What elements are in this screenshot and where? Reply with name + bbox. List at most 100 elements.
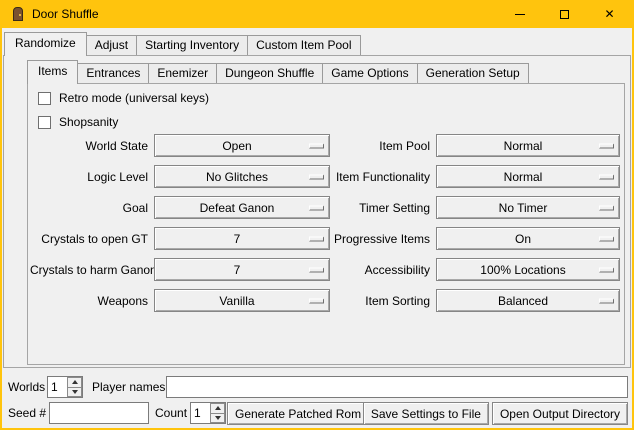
- minimize-icon: [515, 14, 525, 15]
- tab-randomize[interactable]: Randomize: [4, 32, 87, 56]
- crystals-to-harm-ganon-dropdown[interactable]: 7: [154, 258, 330, 281]
- tab-generation-setup[interactable]: Generation Setup: [417, 63, 529, 83]
- arrow-down-icon: [72, 390, 78, 394]
- item-functionality-value: Normal: [504, 170, 553, 184]
- player-names-label: Player names: [92, 376, 165, 398]
- option-row: World State Open Item Pool Normal: [30, 134, 620, 157]
- accessibility-label: Accessibility: [334, 263, 430, 277]
- count-input[interactable]: [191, 403, 210, 423]
- retro-mode-label: Retro mode (universal keys): [59, 91, 209, 105]
- tab-adjust[interactable]: Adjust: [86, 35, 137, 55]
- timer-setting-dropdown[interactable]: No Timer: [436, 196, 620, 219]
- dropdown-indicator-icon: [599, 236, 614, 241]
- retro-mode-checkbox[interactable]: Retro mode (universal keys): [38, 90, 209, 106]
- world-state-value: Open: [222, 139, 261, 153]
- window-title: Door Shuffle: [32, 0, 99, 28]
- progressive-items-dropdown[interactable]: On: [436, 227, 620, 250]
- items-pane: Retro mode (universal keys) Shopsanity W…: [27, 83, 625, 365]
- worlds-input[interactable]: [48, 377, 67, 397]
- minimize-button[interactable]: [497, 0, 542, 28]
- player-names-input[interactable]: [166, 376, 628, 398]
- close-button[interactable]: ✕: [587, 0, 632, 28]
- accessibility-dropdown[interactable]: 100% Locations: [436, 258, 620, 281]
- item-pool-dropdown[interactable]: Normal: [436, 134, 620, 157]
- tab-items[interactable]: Items: [27, 60, 78, 84]
- dropdown-indicator-icon: [309, 205, 324, 210]
- tab-starting-inventory[interactable]: Starting Inventory: [136, 35, 248, 55]
- door-knob-icon: [19, 14, 21, 16]
- open-output-directory-button[interactable]: Open Output Directory: [492, 402, 628, 425]
- option-row: Crystals to harm Ganon 7 Accessibility 1…: [30, 258, 620, 281]
- seed-input[interactable]: [49, 402, 149, 424]
- accessibility-value: 100% Locations: [480, 263, 575, 277]
- worlds-spinner-down[interactable]: [67, 387, 82, 398]
- dropdown-indicator-icon: [309, 143, 324, 148]
- count-spinner-down[interactable]: [210, 413, 225, 424]
- timer-setting-label: Timer Setting: [334, 201, 430, 215]
- weapons-dropdown[interactable]: Vanilla: [154, 289, 330, 312]
- dropdown-indicator-icon: [599, 205, 614, 210]
- randomize-pane: Items Entrances Enemizer Dungeon Shuffle…: [3, 55, 631, 368]
- door-shuffle-window: Door Shuffle ✕ Randomize Adjust Starting…: [0, 0, 634, 430]
- goal-dropdown[interactable]: Defeat Ganon: [154, 196, 330, 219]
- shopsanity-label: Shopsanity: [59, 115, 118, 129]
- progressive-items-label: Progressive Items: [334, 232, 430, 246]
- crystals-to-open-gt-dropdown[interactable]: 7: [154, 227, 330, 250]
- option-row: Crystals to open GT 7 Progressive Items …: [30, 227, 620, 250]
- item-pool-value: Normal: [504, 139, 553, 153]
- maximize-button[interactable]: [542, 0, 587, 28]
- item-functionality-label: Item Functionality: [334, 170, 430, 184]
- door-icon: [13, 7, 23, 21]
- dropdown-indicator-icon: [309, 174, 324, 179]
- main-tab-bar: Randomize Adjust Starting Inventory Cust…: [4, 32, 361, 56]
- worlds-spinner[interactable]: [47, 376, 83, 398]
- dropdown-indicator-icon: [599, 143, 614, 148]
- tab-entrances[interactable]: Entrances: [77, 63, 149, 83]
- goal-value: Defeat Ganon: [200, 201, 285, 215]
- logic-level-dropdown[interactable]: No Glitches: [154, 165, 330, 188]
- logic-level-label: Logic Level: [30, 170, 148, 184]
- app-icon: [10, 6, 26, 22]
- crystals-to-open-gt-label: Crystals to open GT: [30, 232, 148, 246]
- goal-label: Goal: [30, 201, 148, 215]
- shopsanity-checkbox-box[interactable]: [38, 116, 51, 129]
- sub-tab-bar: Items Entrances Enemizer Dungeon Shuffle…: [27, 60, 529, 84]
- shopsanity-checkbox[interactable]: Shopsanity: [38, 114, 118, 130]
- generate-patched-rom-button[interactable]: Generate Patched Rom: [227, 402, 369, 425]
- option-rows: World State Open Item Pool Normal Logic …: [30, 134, 620, 312]
- count-spinner[interactable]: [190, 402, 226, 424]
- item-functionality-dropdown[interactable]: Normal: [436, 165, 620, 188]
- save-settings-button[interactable]: Save Settings to File: [363, 402, 489, 425]
- logic-level-value: No Glitches: [206, 170, 278, 184]
- title-bar: Door Shuffle ✕: [2, 0, 632, 28]
- tab-dungeon-shuffle[interactable]: Dungeon Shuffle: [216, 63, 323, 83]
- window-content: Randomize Adjust Starting Inventory Cust…: [2, 28, 632, 428]
- tab-enemizer[interactable]: Enemizer: [148, 63, 217, 83]
- dropdown-indicator-icon: [309, 298, 324, 303]
- tab-custom-item-pool[interactable]: Custom Item Pool: [247, 35, 360, 55]
- crystals-to-harm-ganon-label: Crystals to harm Ganon: [30, 263, 148, 277]
- dropdown-indicator-icon: [599, 174, 614, 179]
- world-state-label: World State: [30, 139, 148, 153]
- weapons-label: Weapons: [30, 294, 148, 308]
- retro-mode-checkbox-box[interactable]: [38, 92, 51, 105]
- item-sorting-dropdown[interactable]: Balanced: [436, 289, 620, 312]
- close-icon: ✕: [604, 8, 614, 20]
- dropdown-indicator-icon: [599, 298, 614, 303]
- seed-label: Seed #: [8, 402, 46, 424]
- crystals-to-harm-ganon-value: 7: [234, 263, 251, 277]
- option-row: Goal Defeat Ganon Timer Setting No Timer: [30, 196, 620, 219]
- item-pool-label: Item Pool: [334, 139, 430, 153]
- tab-game-options[interactable]: Game Options: [322, 63, 417, 83]
- worlds-spinner-arrows: [67, 377, 82, 397]
- progressive-items-value: On: [515, 232, 541, 246]
- arrow-up-icon: [215, 406, 221, 410]
- worlds-label: Worlds: [8, 376, 45, 398]
- crystals-to-open-gt-value: 7: [234, 232, 251, 246]
- dropdown-indicator-icon: [309, 236, 324, 241]
- dropdown-indicator-icon: [599, 267, 614, 272]
- world-state-dropdown[interactable]: Open: [154, 134, 330, 157]
- count-spinner-arrows: [210, 403, 225, 423]
- weapons-value: Vanilla: [219, 294, 264, 308]
- option-row: Logic Level No Glitches Item Functionali…: [30, 165, 620, 188]
